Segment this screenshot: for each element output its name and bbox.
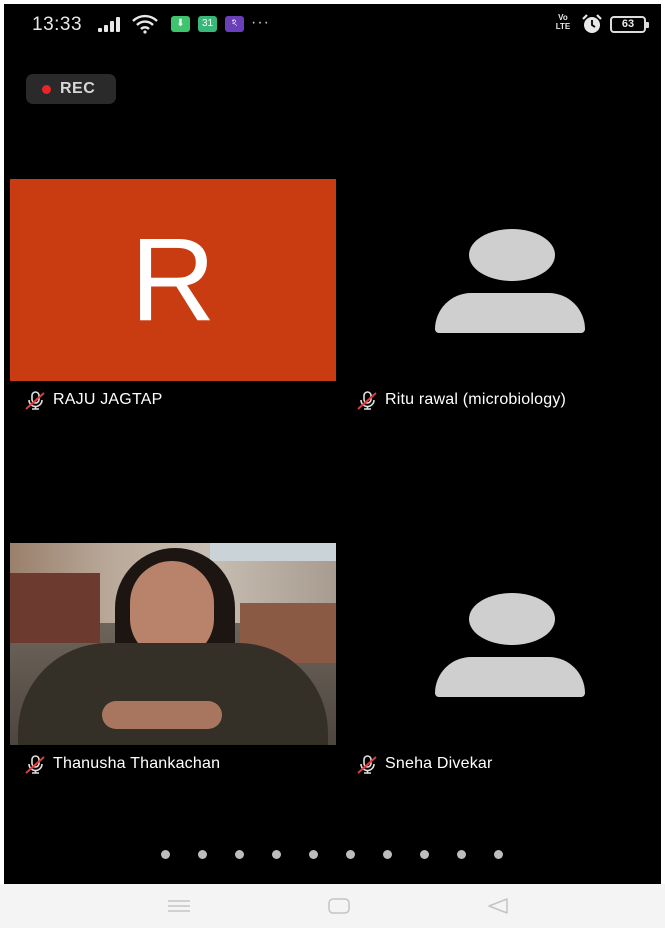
recording-badge: REC bbox=[26, 74, 116, 104]
page-dot[interactable] bbox=[494, 850, 503, 859]
app-notification-icon: ঽ bbox=[225, 16, 244, 32]
page-dot[interactable] bbox=[346, 850, 355, 859]
signal-strength-icon bbox=[98, 16, 124, 32]
participant-name: Ritu rawal (microbiology) bbox=[385, 391, 567, 408]
avatar-placeholder-head bbox=[469, 229, 555, 281]
participant-tile[interactable]: Thanusha Thankachan bbox=[10, 543, 336, 783]
participant-tile[interactable]: Sneha Divekar bbox=[342, 543, 661, 783]
recording-label: REC bbox=[60, 80, 96, 97]
participant-name: RAJU JAGTAP bbox=[53, 391, 163, 408]
mic-muted-icon bbox=[357, 755, 377, 774]
participant-name: Sneha Divekar bbox=[385, 755, 493, 772]
participant-avatar bbox=[342, 543, 661, 745]
recording-dot-icon bbox=[42, 85, 51, 94]
page-dot[interactable] bbox=[383, 850, 392, 859]
mic-muted-icon bbox=[357, 391, 377, 410]
page-dot[interactable] bbox=[198, 850, 207, 859]
alarm-clock-icon bbox=[582, 14, 602, 33]
wifi-icon bbox=[132, 14, 158, 34]
battery-indicator: 63 bbox=[610, 16, 649, 33]
page-dot[interactable] bbox=[235, 850, 244, 859]
mic-muted-icon bbox=[25, 391, 45, 410]
page-dot[interactable] bbox=[457, 850, 466, 859]
download-notification-icon: ⬇ bbox=[171, 16, 190, 32]
menu-icon[interactable] bbox=[166, 896, 192, 916]
page-dot[interactable] bbox=[161, 850, 170, 859]
avatar-placeholder-body bbox=[435, 293, 585, 333]
mic-muted-icon bbox=[25, 755, 45, 774]
page-dot[interactable] bbox=[272, 850, 281, 859]
participant-avatar bbox=[342, 179, 661, 381]
participant-avatar: R bbox=[10, 179, 336, 381]
home-icon[interactable] bbox=[326, 896, 352, 916]
volte-indicator: Vo LTE bbox=[552, 13, 574, 31]
meeting-screen: 13:33 ⬇ 31 ঽ ··· Vo LTE 63 REC R RAJU JA… bbox=[4, 4, 661, 884]
page-indicator[interactable] bbox=[161, 850, 521, 860]
calendar-notification-icon: 31 bbox=[198, 16, 217, 32]
avatar-placeholder-head bbox=[469, 593, 555, 645]
volte-label-top: Vo bbox=[558, 13, 568, 22]
back-icon[interactable] bbox=[485, 896, 511, 916]
avatar-placeholder-body bbox=[435, 657, 585, 697]
system-navigation-bar bbox=[0, 884, 665, 928]
participant-tile[interactable]: R RAJU JAGTAP bbox=[10, 179, 336, 419]
participant-video bbox=[10, 543, 336, 745]
page-dot[interactable] bbox=[420, 850, 429, 859]
clock: 13:33 bbox=[32, 14, 83, 35]
avatar-letter: R bbox=[130, 214, 216, 346]
participant-name: Thanusha Thankachan bbox=[53, 755, 221, 772]
page-dot[interactable] bbox=[309, 850, 318, 859]
participant-tile[interactable]: Ritu rawal (microbiology) bbox=[342, 179, 661, 419]
status-bar: 13:33 ⬇ 31 ঽ ··· Vo LTE 63 bbox=[4, 4, 661, 44]
volte-label-bottom: LTE bbox=[555, 22, 571, 31]
more-notifications-indicator: ··· bbox=[251, 14, 270, 31]
